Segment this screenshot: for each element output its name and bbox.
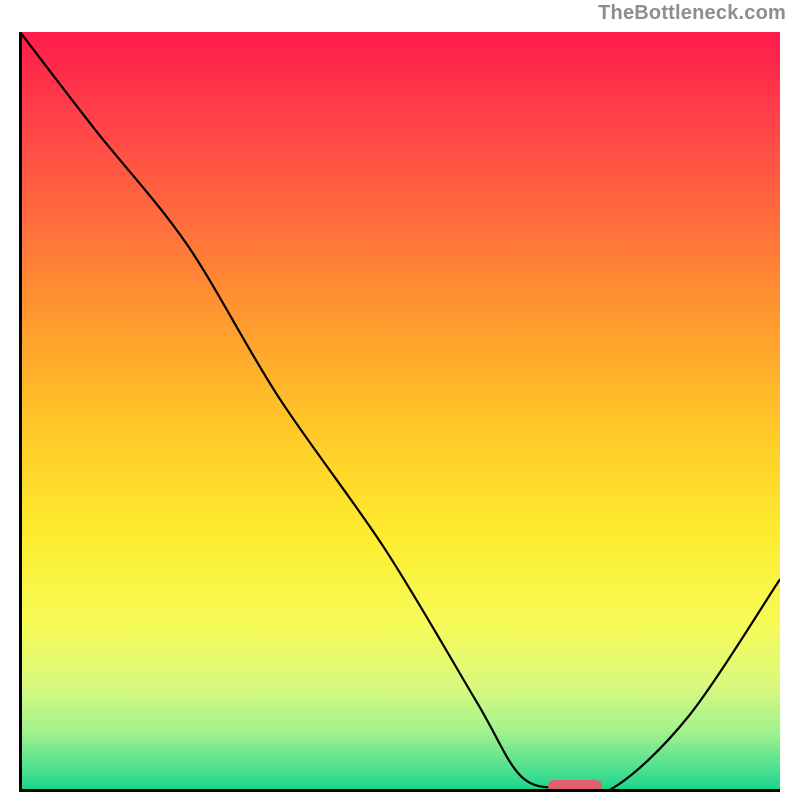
attribution-text: TheBottleneck.com <box>598 2 786 25</box>
bottleneck-gradient-plot <box>20 32 780 792</box>
bottleneck-curve <box>20 32 780 792</box>
y-axis <box>19 32 22 792</box>
x-axis <box>20 789 780 792</box>
curve-path <box>20 32 780 792</box>
